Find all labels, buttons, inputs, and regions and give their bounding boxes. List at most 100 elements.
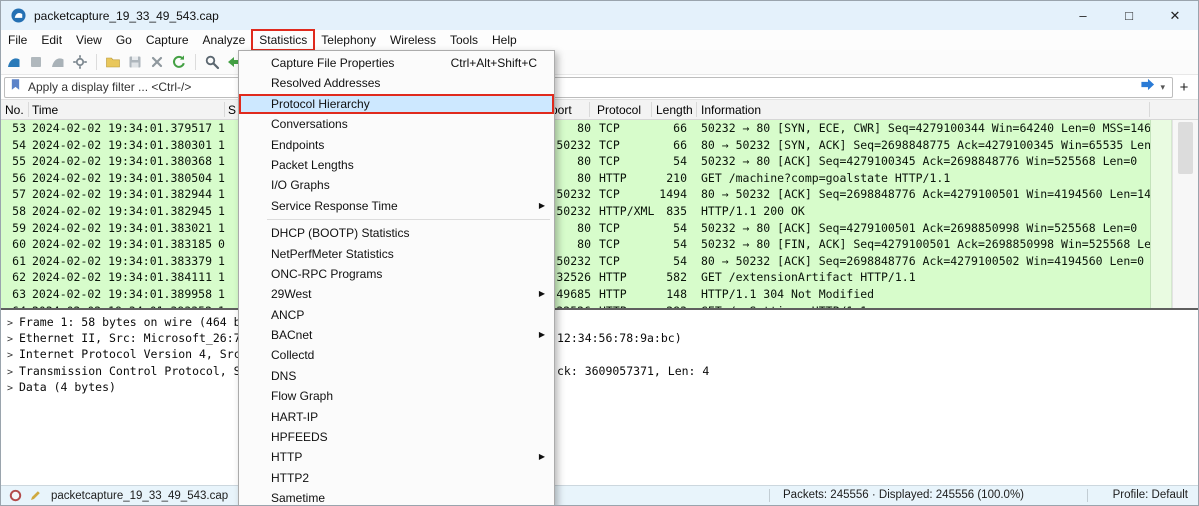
menu-item-service-response-time[interactable]: Service Response Time ▶ (239, 196, 554, 216)
menu-item-dns[interactable]: DNS (239, 366, 554, 386)
apply-filter-arrow-icon[interactable] (1140, 77, 1155, 97)
intelligent-scrollbar-minimap[interactable] (1150, 120, 1172, 308)
packet-cell-time: 2024-02-02 19:34:01.382945 (32, 203, 213, 218)
menubar-item-help[interactable]: Help (485, 30, 524, 50)
stop-capture-icon[interactable] (27, 53, 45, 71)
restart-capture-icon[interactable] (49, 53, 67, 71)
menu-item-bacnet[interactable]: BACnet ▶ (239, 325, 554, 345)
find-packet-icon[interactable] (203, 53, 221, 71)
packet-row[interactable]: 60 2024-02-02 19:34:01.383185 0 80 TCP 54 5023… (1, 236, 1198, 253)
column-header-s[interactable]: S (228, 103, 236, 117)
menu-item-sametime[interactable]: Sametime (239, 488, 554, 505)
menu-item-endpoints[interactable]: Endpoints (239, 135, 554, 155)
display-filter-input[interactable]: Apply a display filter ... <Ctrl-/> ▾ (4, 76, 1173, 98)
menubar-item-tools[interactable]: Tools (443, 30, 485, 50)
column-divider[interactable] (1149, 102, 1150, 117)
column-header-information[interactable]: Information (701, 103, 761, 117)
menubar-item-view[interactable]: View (69, 30, 109, 50)
packet-cell-no: 56 (12, 170, 26, 185)
packet-row[interactable]: 56 2024-02-02 19:34:01.380504 1 80 HTTP 210 GE… (1, 169, 1198, 187)
packet-details-pane: > Frame 1: 58 bytes on wire (464 bi > Ether… (1, 308, 1198, 487)
packet-rows: 53 2024-02-02 19:34:01.379517 1 80 TCP 66 5023… (1, 120, 1198, 308)
expert-info-icon[interactable] (7, 488, 23, 504)
open-file-icon[interactable] (104, 53, 122, 71)
add-filter-button-button[interactable]: + (1173, 79, 1195, 96)
menu-item-http[interactable]: HTTP ▶ (239, 447, 554, 467)
profile-selector[interactable]: Profile: Default (1113, 489, 1188, 501)
menu-item-conversations[interactable]: Conversations (239, 114, 554, 134)
menubar-item-capture[interactable]: Capture (139, 30, 196, 50)
detail-line[interactable]: > Ethernet II, Src: Microsoft_26:7e 12:34:… (1, 330, 1198, 346)
packet-row[interactable]: 54 2024-02-02 19:34:01.380301 1 50232 TCP 66 8… (1, 136, 1198, 154)
menu-item-resolved-addresses[interactable]: Resolved Addresses (239, 73, 554, 93)
menu-item-label: HTTP2 (271, 470, 310, 485)
column-divider[interactable] (696, 102, 697, 117)
detail-line[interactable]: > Internet Protocol Version 4, Src: (1, 346, 1198, 362)
save-file-icon[interactable] (126, 53, 144, 71)
close-file-icon[interactable] (148, 53, 166, 71)
packet-cell-no: 61 (12, 253, 26, 268)
minimize-button[interactable]: – (1060, 1, 1106, 30)
start-capture-icon[interactable] (5, 53, 23, 71)
packet-row[interactable]: 53 2024-02-02 19:34:01.379517 1 80 TCP 66 5023… (1, 120, 1198, 137)
column-header-no[interactable]: No. (5, 103, 24, 117)
statusbar: packetcapture_19_33_49_543.cap Packets: … (1, 485, 1198, 505)
reload-file-icon[interactable] (170, 53, 188, 71)
menubar-item-statistics[interactable]: Statistics (251, 29, 316, 51)
menubar-item-analyze[interactable]: Analyze (196, 30, 253, 50)
menu-item-i-o-graphs[interactable]: I/O Graphs (239, 175, 554, 195)
menu-item-packet-lengths[interactable]: Packet Lengths (239, 155, 554, 175)
toolbar (1, 50, 1198, 75)
menu-item-capture-file-properties[interactable]: Capture File Properties Ctrl+Alt+Shift+C (239, 53, 554, 73)
menu-item-collectd[interactable]: Collectd (239, 345, 554, 365)
scrollbar-thumb[interactable] (1178, 122, 1193, 174)
menubar-item-telephony[interactable]: Telephony (314, 30, 383, 50)
statusbar-divider (1087, 489, 1088, 502)
menu-item-onc-rpc-programs[interactable]: ONC-RPC Programs (239, 264, 554, 284)
filter-bookmark-icon[interactable] (9, 78, 22, 96)
menu-item-29west[interactable]: 29West ▶ (239, 284, 554, 304)
menu-item-hart-ip[interactable]: HART-IP (239, 407, 554, 427)
filter-dropdown-caret-icon[interactable]: ▾ (1157, 82, 1168, 93)
detail-text-fragment: 12:34:56:78:9a:bc) (557, 331, 682, 346)
menu-item-netperfmeter-statistics[interactable]: NetPerfMeter Statistics (239, 244, 554, 264)
detail-line[interactable]: > Data (4 bytes) (1, 379, 1198, 395)
maximize-button[interactable]: □ (1106, 1, 1152, 30)
menu-item-dhcp-bootp-statistics[interactable]: DHCP (BOOTP) Statistics (239, 223, 554, 243)
capture-options-icon[interactable] (71, 53, 89, 71)
packet-row[interactable]: 58 2024-02-02 19:34:01.382945 1 50232 HTTP/X… (1, 202, 1198, 220)
menu-item-ancp[interactable]: ANCP (239, 305, 554, 325)
packet-row[interactable]: 57 2024-02-02 19:34:01.382944 1 50232 TCP 149… (1, 186, 1198, 203)
detail-line[interactable]: > Transmission Control Protocol, Src ck: 3… (1, 363, 1198, 379)
packet-list-scrollbar[interactable] (1172, 120, 1198, 308)
menu-item-hpfeeds[interactable]: HPFEEDS (239, 427, 554, 447)
menu-item-flow-graph[interactable]: Flow Graph (239, 386, 554, 406)
column-divider[interactable] (651, 102, 652, 117)
column-header-protocol[interactable]: Protocol (597, 103, 641, 117)
close-button[interactable]: ✕ (1152, 1, 1198, 30)
capture-comment-icon[interactable] (27, 488, 43, 504)
detail-line[interactable]: > Frame 1: 58 bytes on wire (464 bi (1, 314, 1198, 330)
column-divider[interactable] (589, 102, 590, 117)
expand-caret-icon[interactable]: > (7, 381, 19, 397)
column-header-time[interactable]: Time (32, 103, 58, 117)
menubar-item-edit[interactable]: Edit (34, 30, 69, 50)
packet-cell-info: 50232 → 80 [FIN, ACK] Seq=4279100501 Ack… (701, 237, 1172, 252)
column-divider[interactable] (224, 102, 225, 117)
menubar-item-go[interactable]: Go (109, 30, 139, 50)
packet-row[interactable]: 55 2024-02-02 19:34:01.380368 1 80 TCP 54 5023… (1, 153, 1198, 170)
menu-item-label: DHCP (BOOTP) Statistics (271, 226, 410, 241)
packet-row[interactable]: 59 2024-02-02 19:34:01.383021 1 80 TCP 54 5023… (1, 219, 1198, 237)
menubar-item-wireless[interactable]: Wireless (383, 30, 443, 50)
packet-row[interactable]: 61 2024-02-02 19:34:01.383379 1 50232 TCP 54 8… (1, 252, 1198, 270)
column-divider[interactable] (28, 102, 29, 117)
menu-item-label: DNS (271, 368, 297, 383)
packet-row[interactable]: 62 2024-02-02 19:34:01.384111 1 32526 HTTP 58… (1, 269, 1198, 286)
packet-row[interactable]: 63 2024-02-02 19:34:01.389958 1 49685 HTTP 14… (1, 285, 1198, 303)
menubar-item-file[interactable]: File (1, 30, 34, 50)
menu-item-protocol-hierarchy[interactable]: Protocol Hierarchy (239, 93, 554, 115)
packet-cell-no: 54 (12, 137, 26, 152)
column-header-length[interactable]: Length (656, 103, 693, 117)
packet-cell-info: GET /extensionArtifact HTTP/1.1 (701, 270, 916, 285)
menu-item-http2[interactable]: HTTP2 (239, 468, 554, 488)
